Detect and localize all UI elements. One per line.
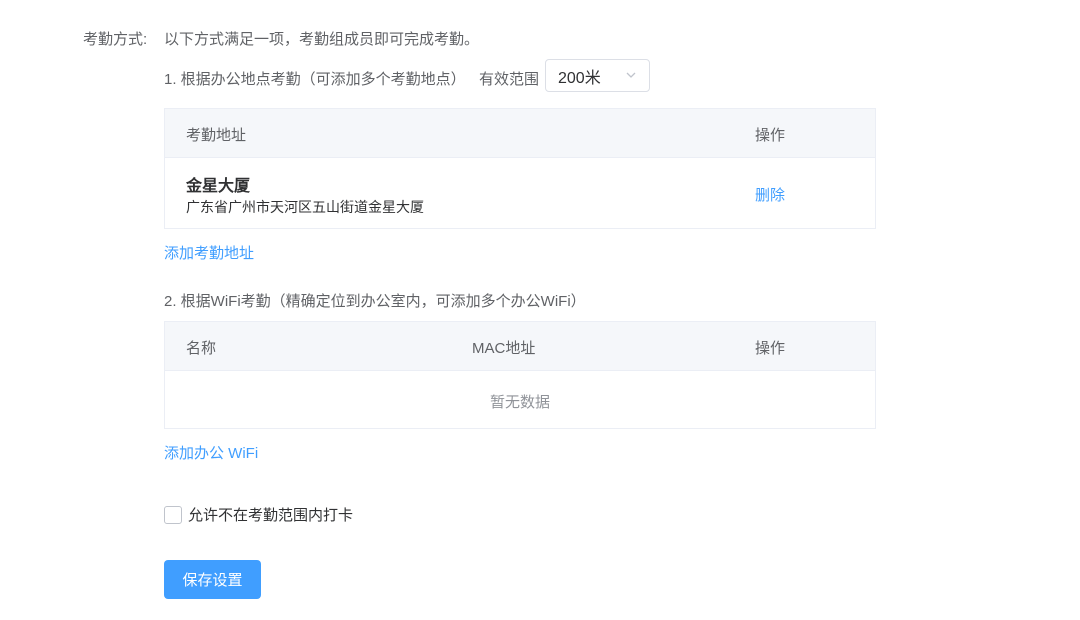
column-header-name: 名称 — [186, 340, 217, 357]
attendance-method-description: 以下方式满足一项，考勤组成员即可完成考勤。 — [164, 31, 480, 48]
table-row: 金星大厦 广东省广州市天河区五山街道金星大厦 删除 — [165, 158, 875, 230]
column-header-action: 操作 — [755, 340, 786, 357]
column-header-mac: MAC地址 — [472, 340, 536, 357]
allow-out-of-range-option[interactable]: 允许不在考勤范围内打卡 — [164, 504, 353, 525]
allow-out-of-range-checkbox[interactable] — [164, 505, 182, 524]
wifi-section-title: 2. 根据WiFi考勤（精确定位到办公室内，可添加多个办公WiFi） — [164, 293, 586, 310]
wifi-table: 名称 MAC地址 操作 暂无数据 — [164, 321, 876, 429]
column-header-action: 操作 — [755, 127, 786, 144]
save-settings-button[interactable]: 保存设置 — [164, 560, 261, 599]
location-name: 金星大厦 — [186, 178, 251, 195]
add-wifi-link[interactable]: 添加办公 WiFi — [164, 442, 258, 463]
attendance-method-label: 考勤方式: — [83, 31, 148, 48]
column-header-address: 考勤地址 — [186, 127, 247, 144]
location-table-header: 考勤地址 操作 — [165, 109, 875, 158]
wifi-empty-state: 暂无数据 — [165, 371, 875, 429]
range-label: 有效范围 — [479, 71, 540, 88]
location-address: 广东省广州市天河区五山街道金星大厦 — [186, 199, 424, 215]
range-select-value: 200米 — [558, 69, 601, 87]
delete-location-link[interactable]: 删除 — [755, 184, 785, 205]
add-location-link[interactable]: 添加考勤地址 — [164, 242, 254, 263]
location-section-title: 1. 根据办公地点考勤（可添加多个考勤地点） — [164, 71, 466, 88]
allow-out-of-range-label: 允许不在考勤范围内打卡 — [188, 507, 354, 524]
attendance-settings-page: 考勤方式: 以下方式满足一项，考勤组成员即可完成考勤。 1. 根据办公地点考勤（… — [0, 0, 1080, 620]
location-table: 考勤地址 操作 金星大厦 广东省广州市天河区五山街道金星大厦 删除 — [164, 108, 876, 229]
empty-text: 暂无数据 — [489, 394, 550, 411]
wifi-table-header: 名称 MAC地址 操作 — [165, 322, 875, 371]
range-select[interactable]: 200米 — [545, 59, 650, 92]
chevron-down-icon — [626, 72, 636, 78]
